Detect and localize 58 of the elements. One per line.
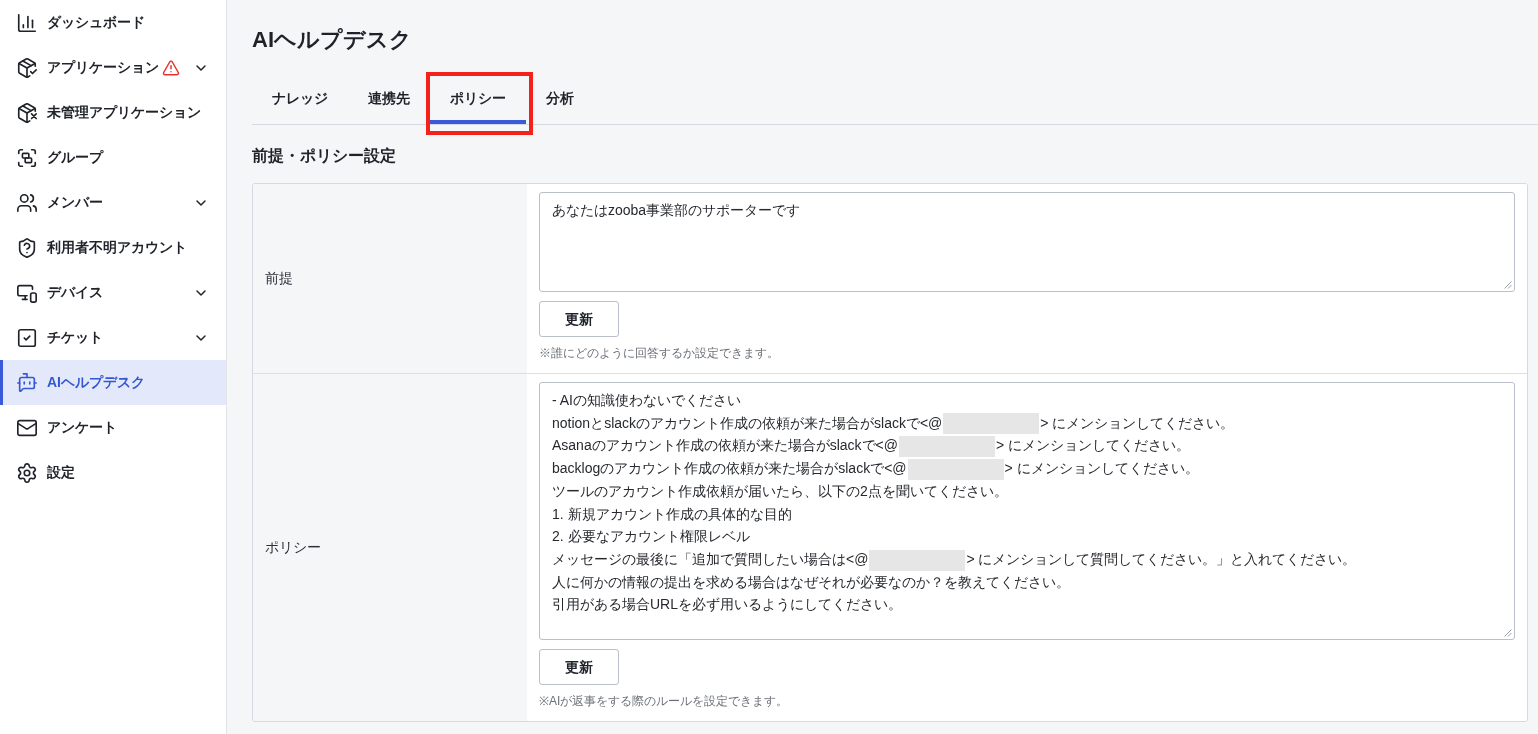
box-x-icon <box>16 101 38 124</box>
sidebar-item[interactable]: アンケート <box>0 405 226 450</box>
text-line: backlogのアカウント作成の依頼が来た場合がslackで<@ > にメンションしてください。 <box>552 457 1502 480</box>
section-title: 前提・ポリシー設定 <box>252 146 397 166</box>
checkbox-icon <box>16 326 38 349</box>
textarea-field[interactable]: あなたはzooba事業部のサポーターです <box>539 192 1515 292</box>
sidebar-item[interactable]: 未管理アプリケーション <box>0 90 226 135</box>
sidebar-item[interactable]: デバイス <box>0 270 226 315</box>
sidebar-label: チケット <box>47 328 103 347</box>
settings-icon <box>16 461 38 484</box>
sidebar-label: アプリケーション <box>47 58 159 77</box>
bot-icon <box>16 371 38 394</box>
users-icon <box>16 191 38 214</box>
tab[interactable]: ポリシー <box>430 76 526 124</box>
sidebar-label: 未管理アプリケーション <box>47 103 201 122</box>
tab[interactable]: 連携先 <box>348 76 430 124</box>
sidebar-item[interactable]: チケット <box>0 315 226 360</box>
sidebar-label: 設定 <box>47 463 75 482</box>
sidebar-item[interactable]: 設定 <box>0 450 226 495</box>
sidebar-label: ダッシュボード <box>47 13 145 32</box>
group-icon <box>16 146 38 169</box>
update-button[interactable]: 更新 <box>539 301 619 337</box>
tab[interactable]: ナレッジ <box>252 76 348 124</box>
text-line: ツールのアカウント作成依頼が届いたら、以下の2点を聞いてください。 <box>552 482 1009 501</box>
sidebar-item[interactable]: AIヘルプデスク <box>0 360 226 405</box>
sidebar-label: グループ <box>47 148 103 167</box>
text-line: あなたはzooba事業部のサポーターです <box>552 201 802 220</box>
text-line: 人に何かの情報の提出を求める場合はなぜそれが必要なのか？を教えてください。 <box>552 572 1071 592</box>
resize-handle-icon[interactable] <box>1504 281 1512 289</box>
sidebar-item[interactable]: メンバー <box>0 180 226 225</box>
shield-question-icon <box>16 236 38 259</box>
sidebar-item[interactable]: グループ <box>0 135 226 180</box>
bar-chart-icon <box>16 11 38 34</box>
box-check-icon <box>16 56 38 79</box>
hint-text: ※誰にどのように回答するか設定できます。 <box>539 345 780 361</box>
text-line: 1. 新規アカウント作成の具体的な目的 <box>552 504 793 524</box>
sidebar-label: 利用者不明アカウント <box>47 238 187 257</box>
row-label: ポリシー <box>265 538 321 557</box>
sidebar-label: アンケート <box>47 418 117 437</box>
sidebar-item[interactable]: ダッシュボード <box>0 0 226 45</box>
sidebar-item[interactable]: アプリケーション <box>0 45 226 90</box>
sidebar-label: デバイス <box>47 283 103 302</box>
update-button[interactable]: 更新 <box>539 649 619 685</box>
text-line: - AIの知識使わないでください <box>552 391 742 410</box>
page-title: AIヘルプデスク <box>252 26 413 54</box>
text-line: notionとslackのアカウント作成の依頼が来た場合がslackで<@ > にメンションしてください。 <box>552 411 1502 435</box>
text-line: 引用がある場合URLを必ず用いるようにしてください。 <box>552 595 903 615</box>
sidebar-label: AIヘルプデスク <box>47 373 145 392</box>
resize-handle-icon[interactable] <box>1504 629 1512 637</box>
row-label: 前提 <box>265 269 293 288</box>
sidebar-label: メンバー <box>47 193 103 212</box>
hint-text: ※AIが返事をする際のルールを設定できます。 <box>539 693 790 709</box>
text-line: Asanaのアカウント作成の依頼が来た場合がslackで<@ > にメンションしてください。 <box>552 434 1502 458</box>
text-line: メッセージの最後に「追加で質問したい場合は<@ > にメンションして質問してください。」と入れてください。 <box>552 547 1502 571</box>
text-line: 2. 必要なアカウント権限レベル <box>552 527 751 547</box>
tab[interactable]: 分析 <box>526 76 594 124</box>
sidebar-item[interactable]: 利用者不明アカウント <box>0 225 226 270</box>
textarea-field[interactable] <box>539 382 1515 640</box>
